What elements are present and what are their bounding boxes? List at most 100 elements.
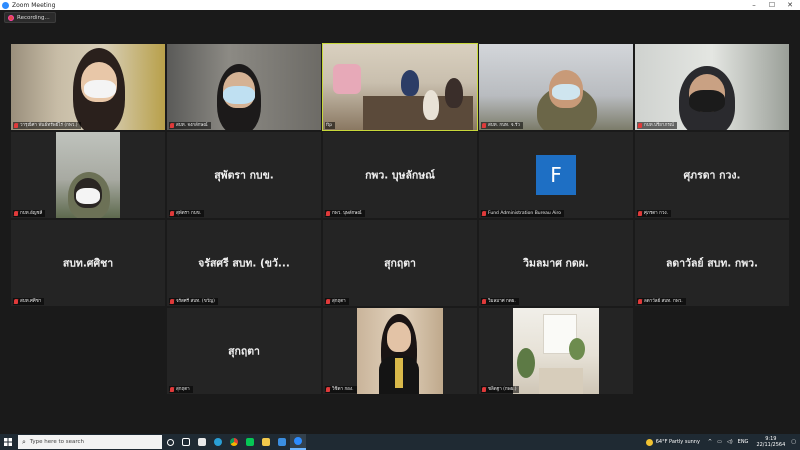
participant-display-name: สุกฤตา [228,345,260,358]
participant-video [479,44,633,130]
participant-video [11,44,165,130]
mic-muted-icon [326,387,330,392]
window-titlebar: Zoom Meeting – ☐ ✕ [0,0,800,10]
search-icon: ⌕ [22,437,26,446]
mic-muted-icon [638,123,642,128]
participant-tile[interactable]: วิชิดา กอง. [323,308,477,394]
partly-sunny-icon [645,438,653,446]
mic-muted-icon [14,299,18,304]
close-button[interactable]: ✕ [780,0,800,10]
participant-name-label: วิมลมาศ กดผ. [481,298,519,305]
mic-muted-icon [638,299,642,304]
participant-tile[interactable]: กบท.ปรียาภรณ์ [635,44,789,130]
line-icon[interactable] [242,434,258,450]
store-icon[interactable] [194,434,210,450]
mic-muted-icon [326,211,330,216]
network-icon[interactable]: ▭ [717,439,722,445]
edge-icon[interactable] [210,434,226,450]
participant-tile[interactable]: วารุณีศา พันธ์ทรัพย์ไร่ (กพว.) [11,44,165,130]
participant-tile[interactable]: ลดาวัลย์ สบท. กพว. ลดาวัลย์ สบท. กพว. [635,220,789,306]
zoom-app-icon [2,1,9,9]
participant-tile[interactable]: สุกฤตา สุกฤตา [323,220,477,306]
zoom-taskbar-icon[interactable] [290,434,306,450]
participant-tile-active-speaker[interactable]: ftp [322,43,478,131]
participant-display-name: สบท.ศศิชา [62,257,114,270]
mic-muted-icon [14,123,18,128]
participant-display-name: สุพัตรา กบข. [214,169,274,182]
volume-icon[interactable]: ◁) [727,439,733,445]
task-view-icon[interactable] [178,434,194,450]
participant-tile[interactable]: กพว. บุษลักษณ์ กพว. บุษลักษณ์ [323,132,477,218]
participant-name-label: สุพัตรา กบข. [169,210,205,217]
participant-tile[interactable]: วิมลมาศ กดผ. วิมลมาศ กดผ. [479,220,633,306]
chevron-up-icon[interactable]: ^ [708,439,712,445]
clock[interactable]: 9:19 22/11/2564 [756,436,785,448]
participant-name-label: วารุณีศา พันธ์ทรัพย์ไร่ (กพว.) [13,122,81,129]
windows-logo-icon[interactable] [0,434,16,450]
participant-name-label: Fund Administration Bureau Airo [481,210,565,217]
participant-tile[interactable]: F Fund Administration Bureau Airo [479,132,633,218]
participant-tile[interactable]: สุพัตรา กบข. สุพัตรา กบข. [167,132,321,218]
mic-muted-icon [482,123,486,128]
window-title: Zoom Meeting [12,1,56,9]
maximize-button[interactable]: ☐ [762,0,782,10]
mic-muted-icon [326,299,330,304]
participant-display-name: วิมลมาศ กดผ. [523,257,589,270]
participant-tile[interactable]: ศุภรดา กวง. ศุภรดา กวง. [635,132,789,218]
participant-name-label: สบท.ศศิชา [13,298,45,305]
participant-name-label: วิชิดา กอง. [325,386,357,393]
mail-icon[interactable] [274,434,290,450]
participant-display-name: สุกฤตา [384,257,416,270]
participant-name-label: กบท.ปรียาภรณ์ [637,122,677,129]
participant-name-label: กบท.อัญชลี [13,210,46,217]
participant-display-name: กพว. บุษลักษณ์ [365,169,435,182]
taskbar-search-box[interactable]: ⌕ Type here to search [18,435,162,449]
recording-dot-icon [8,14,14,21]
participant-display-name: จรัสศรี สบท. (ขวั... [198,257,290,270]
recording-indicator[interactable]: Recording... [4,12,56,23]
system-tray: 64°F Partly sunny ^ ▭ ◁) ENG 9:19 22/11/… [645,434,796,450]
participant-tile[interactable]: สบท. จงกลักษณ์ [167,44,321,130]
participant-name-label: ศุภรดา กวง. [637,210,671,217]
mic-muted-icon [170,123,174,128]
language-indicator[interactable]: ENG [738,439,749,445]
gallery-view: Recording... วารุณีศา พันธ์ทรัพย์ไร่ (กพ… [0,10,800,434]
participant-tile[interactable]: ชลิตฐา (กพผ.) [479,308,633,394]
mic-muted-icon [638,211,642,216]
participant-name-label: สุกฤตา [325,298,349,305]
recording-label: Recording... [17,14,50,21]
participant-video [323,44,477,130]
search-placeholder: Type here to search [29,439,84,445]
participant-video [635,44,789,130]
participant-tile[interactable]: จรัสศรี สบท. (ขวั... จรัสศรี สบท. (ขวัญ) [167,220,321,306]
mic-muted-icon [170,387,174,392]
participant-avatar: F [536,155,576,195]
taskbar: ⌕ Type here to search 64°F Partly sunny … [0,434,800,450]
minimize-button[interactable]: – [744,0,764,10]
participant-video [167,44,321,130]
notifications-icon[interactable]: ▢ [791,439,796,445]
chrome-icon[interactable] [226,434,242,450]
mic-muted-icon [482,299,486,304]
cortana-icon[interactable] [162,434,178,450]
participant-tile[interactable]: สบท. กบท. จ.รั่ว [479,44,633,130]
weather-widget[interactable]: 64°F Partly sunny [645,438,700,446]
participant-video [357,308,443,394]
weather-text: 64°F Partly sunny [655,439,700,445]
participant-tile[interactable]: สุกฤตา สุกฤตา [167,308,321,394]
participant-name-label: กพว. บุษลักษณ์ [325,210,365,217]
participant-name-label: สุกฤตา [169,386,193,393]
mic-muted-icon [482,211,486,216]
participant-name-label: ftp [325,122,336,129]
mic-muted-icon [170,211,174,216]
mic-muted-icon [170,299,174,304]
participant-name-label: ลดาวัลย์ สบท. กพว. [637,298,686,305]
participant-video [513,308,599,394]
participant-tile[interactable]: สบท.ศศิชา สบท.ศศิชา [11,220,165,306]
participant-name-label: สบท. กบท. จ.รั่ว [481,122,523,129]
mic-muted-icon [14,211,18,216]
file-explorer-icon[interactable] [258,434,274,450]
participant-display-name: ลดาวัลย์ สบท. กพว. [665,257,759,270]
participant-name-label: จรัสศรี สบท. (ขวัญ) [169,298,218,305]
participant-tile[interactable]: กบท.อัญชลี [11,132,165,218]
